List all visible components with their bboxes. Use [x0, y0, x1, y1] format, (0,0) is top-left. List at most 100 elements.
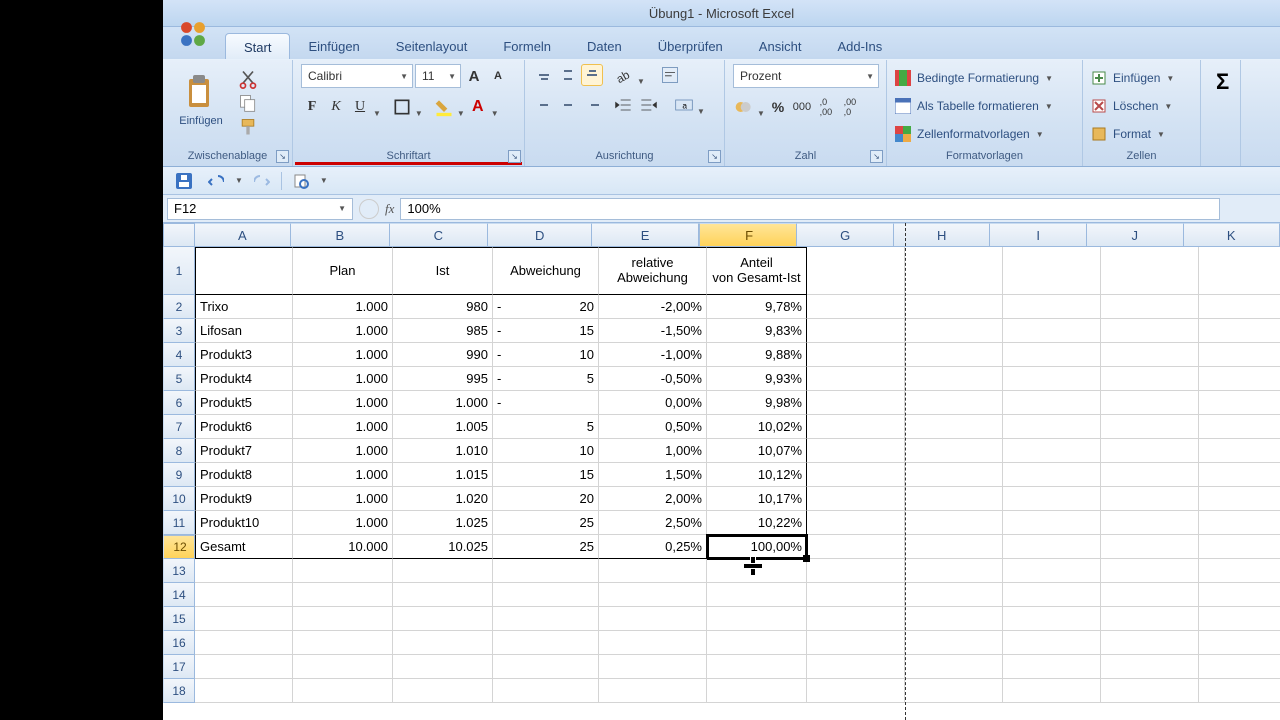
col-header-B[interactable]: B	[291, 223, 389, 247]
save-button[interactable]	[171, 172, 197, 190]
cell-K10[interactable]	[1199, 487, 1280, 511]
decrease-indent-button[interactable]	[613, 94, 635, 116]
font-launcher[interactable]: ↘	[508, 150, 521, 163]
cell-F14[interactable]	[707, 583, 807, 607]
cell-I16[interactable]	[1003, 631, 1101, 655]
cell-F13[interactable]	[707, 559, 807, 583]
cell-D11[interactable]: 25	[493, 511, 599, 535]
conditional-formatting-button[interactable]: Bedingte Formatierung▼	[895, 66, 1053, 90]
cell-A1[interactable]	[195, 247, 293, 295]
cell-H5[interactable]	[905, 367, 1003, 391]
cell-C11[interactable]: 1.025	[393, 511, 493, 535]
cell-B16[interactable]	[293, 631, 393, 655]
col-header-H[interactable]: H	[894, 223, 991, 247]
col-header-K[interactable]: K	[1184, 223, 1280, 247]
cell-G12[interactable]	[807, 535, 905, 559]
tab-seitenlayout[interactable]: Seitenlayout	[378, 33, 486, 59]
cell-H18[interactable]	[905, 679, 1003, 703]
cut-button[interactable]	[237, 68, 259, 90]
grow-font-button[interactable]: A	[463, 65, 485, 87]
clipboard-launcher[interactable]: ↘	[276, 150, 289, 163]
cell-D8[interactable]: 10	[493, 439, 599, 463]
cell-G8[interactable]	[807, 439, 905, 463]
percent-format-button[interactable]: %	[767, 96, 789, 118]
cell-K1[interactable]	[1199, 247, 1280, 295]
cell-H10[interactable]	[905, 487, 1003, 511]
cell-I18[interactable]	[1003, 679, 1101, 703]
cell-B17[interactable]	[293, 655, 393, 679]
cell-D12[interactable]: 25	[493, 535, 599, 559]
cell-G11[interactable]	[807, 511, 905, 535]
format-as-table-button[interactable]: Als Tabelle formatieren▼	[895, 94, 1053, 118]
tab-einfügen[interactable]: Einfügen	[290, 33, 377, 59]
row-header-11[interactable]: 11	[163, 511, 195, 535]
office-button[interactable]	[171, 12, 215, 56]
row-header-15[interactable]: 15	[163, 607, 195, 631]
cell-J9[interactable]	[1101, 463, 1199, 487]
underline-button[interactable]: U	[349, 96, 371, 118]
align-center-button[interactable]	[557, 94, 579, 116]
row-header-8[interactable]: 8	[163, 439, 195, 463]
undo-button[interactable]	[203, 172, 229, 190]
cell-F17[interactable]	[707, 655, 807, 679]
cell-C4[interactable]: 990	[393, 343, 493, 367]
cell-A11[interactable]: Produkt10	[195, 511, 293, 535]
cell-J16[interactable]	[1101, 631, 1199, 655]
spreadsheet-grid[interactable]: ABCDEFGHIJK 123456789101112131415161718 …	[163, 223, 1280, 720]
font-name-select[interactable]: Calibri▼	[301, 64, 413, 88]
cell-H2[interactable]	[905, 295, 1003, 319]
col-header-I[interactable]: I	[990, 223, 1087, 247]
cell-C5[interactable]: 995	[393, 367, 493, 391]
cell-G5[interactable]	[807, 367, 905, 391]
cell-K14[interactable]	[1199, 583, 1280, 607]
cell-K7[interactable]	[1199, 415, 1280, 439]
cell-D18[interactable]	[493, 679, 599, 703]
font-size-select[interactable]: 11▼	[415, 64, 461, 88]
print-preview-button[interactable]	[288, 172, 314, 190]
cell-G13[interactable]	[807, 559, 905, 583]
cell-C18[interactable]	[393, 679, 493, 703]
format-painter-button[interactable]	[237, 116, 259, 138]
cell-C7[interactable]: 1.005	[393, 415, 493, 439]
cell-C9[interactable]: 1.015	[393, 463, 493, 487]
increase-indent-button[interactable]	[637, 94, 659, 116]
cell-I10[interactable]	[1003, 487, 1101, 511]
select-all-corner[interactable]	[163, 223, 195, 247]
number-format-select[interactable]: Prozent▼	[733, 64, 879, 88]
cell-I8[interactable]	[1003, 439, 1101, 463]
comma-format-button[interactable]: 000	[791, 96, 813, 118]
formula-input[interactable]: 100%	[400, 198, 1220, 220]
cell-A13[interactable]	[195, 559, 293, 583]
cell-A4[interactable]: Produkt3	[195, 343, 293, 367]
col-header-G[interactable]: G	[797, 223, 894, 247]
cell-D4[interactable]: -10	[493, 343, 599, 367]
cell-K5[interactable]	[1199, 367, 1280, 391]
cell-G1[interactable]	[807, 247, 905, 295]
cell-D2[interactable]: -20	[493, 295, 599, 319]
cell-F11[interactable]: 10,22%	[707, 511, 807, 535]
cell-E15[interactable]	[599, 607, 707, 631]
cell-H6[interactable]	[905, 391, 1003, 415]
cell-F16[interactable]	[707, 631, 807, 655]
bold-button[interactable]: F	[301, 96, 323, 118]
cell-F18[interactable]	[707, 679, 807, 703]
cell-K8[interactable]	[1199, 439, 1280, 463]
cell-F10[interactable]: 10,17%	[707, 487, 807, 511]
cell-H8[interactable]	[905, 439, 1003, 463]
row-header-17[interactable]: 17	[163, 655, 195, 679]
shrink-font-button[interactable]: A	[487, 65, 509, 87]
row-header-3[interactable]: 3	[163, 319, 195, 343]
cell-A5[interactable]: Produkt4	[195, 367, 293, 391]
cell-A12[interactable]: Gesamt	[195, 535, 293, 559]
cell-E8[interactable]: 1,00%	[599, 439, 707, 463]
cell-K12[interactable]	[1199, 535, 1280, 559]
cell-E7[interactable]: 0,50%	[599, 415, 707, 439]
row-header-9[interactable]: 9	[163, 463, 195, 487]
name-box[interactable]: F12▼	[167, 198, 353, 220]
cell-C10[interactable]: 1.020	[393, 487, 493, 511]
cell-J18[interactable]	[1101, 679, 1199, 703]
cell-I9[interactable]	[1003, 463, 1101, 487]
align-left-button[interactable]	[533, 94, 555, 116]
cell-K4[interactable]	[1199, 343, 1280, 367]
cell-I6[interactable]	[1003, 391, 1101, 415]
